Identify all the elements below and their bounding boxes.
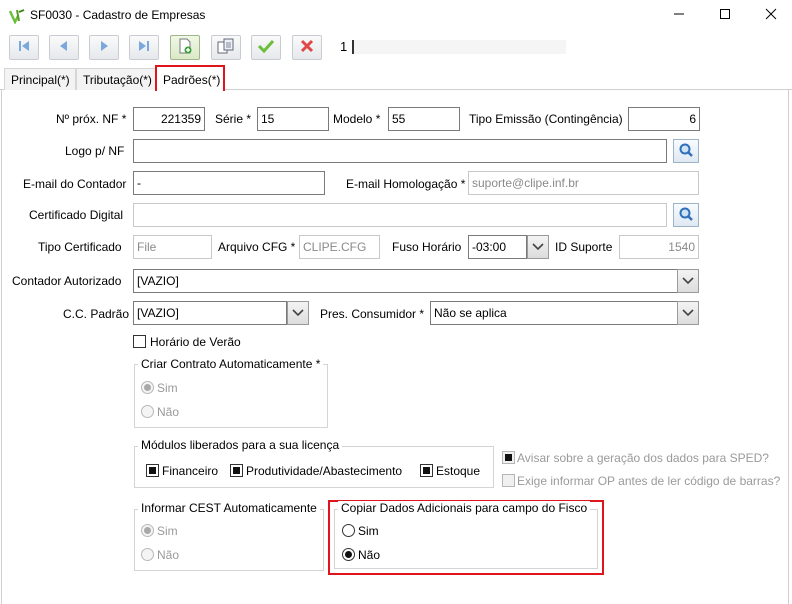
prox-nf-input[interactable]: 221359 [133, 107, 205, 131]
chevron-down-icon [682, 274, 694, 288]
serie-label: Série * [215, 112, 252, 126]
check-icon [257, 39, 275, 56]
email-contador-label: E-mail do Contador [23, 177, 127, 191]
modelo-input[interactable]: 55 [388, 107, 460, 131]
certificado-digital-input[interactable] [133, 203, 667, 227]
email-homologacao-input[interactable]: suporte@clipe.inf.br [468, 171, 699, 195]
modulos-title: Módulos liberados para a sua licença [138, 438, 343, 452]
exige-op-checkbox[interactable] [502, 474, 515, 487]
modulo-financeiro-checkbox[interactable] [146, 464, 159, 477]
last-record-button[interactable] [129, 35, 159, 60]
informar-cest-nao-radio[interactable] [141, 548, 154, 561]
confirm-button[interactable] [251, 35, 281, 60]
certificado-digital-label: Certificado Digital [29, 208, 124, 222]
record-number: 1 [340, 39, 348, 54]
new-record-button[interactable] [170, 35, 200, 60]
serie-input[interactable]: 15 [257, 107, 329, 131]
exige-op-label: Exige informar OP antes de ler código de… [517, 474, 781, 488]
contador-autorizado-dropdown-button[interactable] [677, 269, 699, 293]
modulo-estoque-label: Estoque [436, 464, 481, 478]
criar-contrato-nao-radio[interactable] [141, 405, 154, 418]
informar-cest-sim-label: Sim [157, 524, 178, 538]
modulo-produtividade-checkbox[interactable] [230, 464, 243, 477]
close-icon [765, 8, 777, 23]
minimize-button[interactable] [656, 0, 702, 30]
tab-padroes[interactable]: Padrões(*) [155, 65, 225, 91]
tipo-emissao-label: Tipo Emissão (Contingência) [469, 112, 623, 126]
cc-padrao-label: C.C. Padrão [63, 307, 130, 321]
copiar-dados-nao-label: Não [358, 548, 381, 562]
certificado-search-button[interactable] [673, 203, 699, 227]
informar-cest-title: Informar CEST Automaticamente [138, 501, 320, 515]
email-contador-input[interactable]: - [133, 171, 325, 195]
next-record-button[interactable] [89, 35, 119, 60]
chevron-down-icon [292, 306, 304, 320]
tipo-certificado-label: Tipo Certificado [38, 240, 122, 254]
cc-padrao-select[interactable]: [VAZIO] [133, 301, 287, 325]
copy-record-button[interactable] [211, 35, 241, 60]
pres-consumidor-label: Pres. Consumidor * [320, 307, 425, 321]
tipo-certificado-input[interactable]: File [133, 235, 212, 259]
cc-padrao-dropdown-button[interactable] [287, 301, 309, 325]
minimize-icon [673, 8, 685, 23]
new-document-icon [177, 38, 193, 57]
modelo-label: Modelo * [333, 112, 381, 126]
arquivo-cfg-input[interactable]: CLIPE.CFG [299, 235, 380, 259]
avisar-sped-checkbox[interactable] [502, 451, 515, 464]
fuso-horario-select[interactable]: -03:00 [468, 235, 527, 259]
window-title: SF0030 - Cadastro de Empresas [30, 8, 206, 22]
logo-nf-label: Logo p/ NF [65, 144, 125, 158]
chevron-down-icon [532, 240, 544, 254]
pres-consumidor-select[interactable]: Não se aplica [430, 301, 678, 325]
criar-contrato-nao-label: Não [157, 405, 180, 419]
prox-nf-label: Nº próx. NF * [56, 112, 127, 126]
criar-contrato-sim-radio[interactable] [141, 381, 154, 394]
previous-record-button[interactable] [49, 35, 79, 60]
record-indicator [352, 40, 566, 54]
logo-nf-input[interactable] [133, 139, 667, 163]
email-homologacao-label: E-mail Homologação * [346, 177, 466, 191]
fuso-horario-label: Fuso Horário [392, 240, 462, 254]
informar-cest-sim-radio[interactable] [141, 524, 154, 537]
pres-consumidor-dropdown-button[interactable] [677, 301, 699, 325]
arquivo-cfg-label: Arquivo CFG * [218, 240, 296, 254]
skip-first-icon [17, 40, 31, 55]
copiar-dados-sim-label: Sim [358, 524, 379, 538]
criar-contrato-title: Criar Contrato Automaticamente * [138, 357, 324, 371]
first-record-button[interactable] [9, 35, 39, 60]
copiar-dados-nao-radio[interactable] [342, 548, 355, 561]
chevron-down-icon [682, 306, 694, 320]
criar-contrato-sim-label: Sim [157, 381, 178, 395]
tab-tributacao[interactable]: Tributação(*) [76, 68, 156, 90]
contador-autorizado-select[interactable]: [VAZIO] [133, 269, 678, 293]
maximize-button[interactable] [702, 0, 748, 30]
modulo-produtividade-label: Produtividade/Abastecimento [246, 464, 403, 478]
logo-search-button[interactable] [673, 139, 699, 163]
modulo-estoque-checkbox[interactable] [420, 464, 433, 477]
skip-last-icon [137, 40, 151, 55]
copy-icon [217, 38, 235, 57]
horario-verao-checkbox[interactable] [133, 335, 146, 348]
previous-icon [57, 40, 71, 55]
id-suporte-input[interactable]: 1540 [619, 235, 699, 259]
maximize-icon [719, 8, 731, 23]
cancel-button[interactable] [292, 35, 322, 60]
magnifier-icon [678, 142, 694, 161]
modulo-financeiro-label: Financeiro [162, 464, 219, 478]
horario-verao-label: Horário de Verão [150, 335, 241, 349]
contador-autorizado-label: Contador Autorizado [12, 274, 122, 288]
close-button[interactable] [748, 0, 792, 30]
informar-cest-nao-label: Não [157, 548, 180, 562]
tipo-emissao-input[interactable]: 6 [628, 107, 700, 131]
magnifier-icon [678, 206, 694, 225]
avisar-sped-label: Avisar sobre a geração dos dados para SP… [517, 451, 769, 465]
copiar-dados-sim-radio[interactable] [342, 524, 355, 537]
fuso-horario-dropdown-button[interactable] [527, 235, 549, 259]
id-suporte-label: ID Suporte [555, 240, 613, 254]
x-icon [299, 38, 315, 57]
copiar-dados-title: Copiar Dados Adicionais para campo do Fi… [338, 501, 591, 515]
tab-principal[interactable]: Principal(*) [4, 68, 76, 90]
next-icon [97, 40, 111, 55]
app-logo-icon [8, 8, 25, 25]
